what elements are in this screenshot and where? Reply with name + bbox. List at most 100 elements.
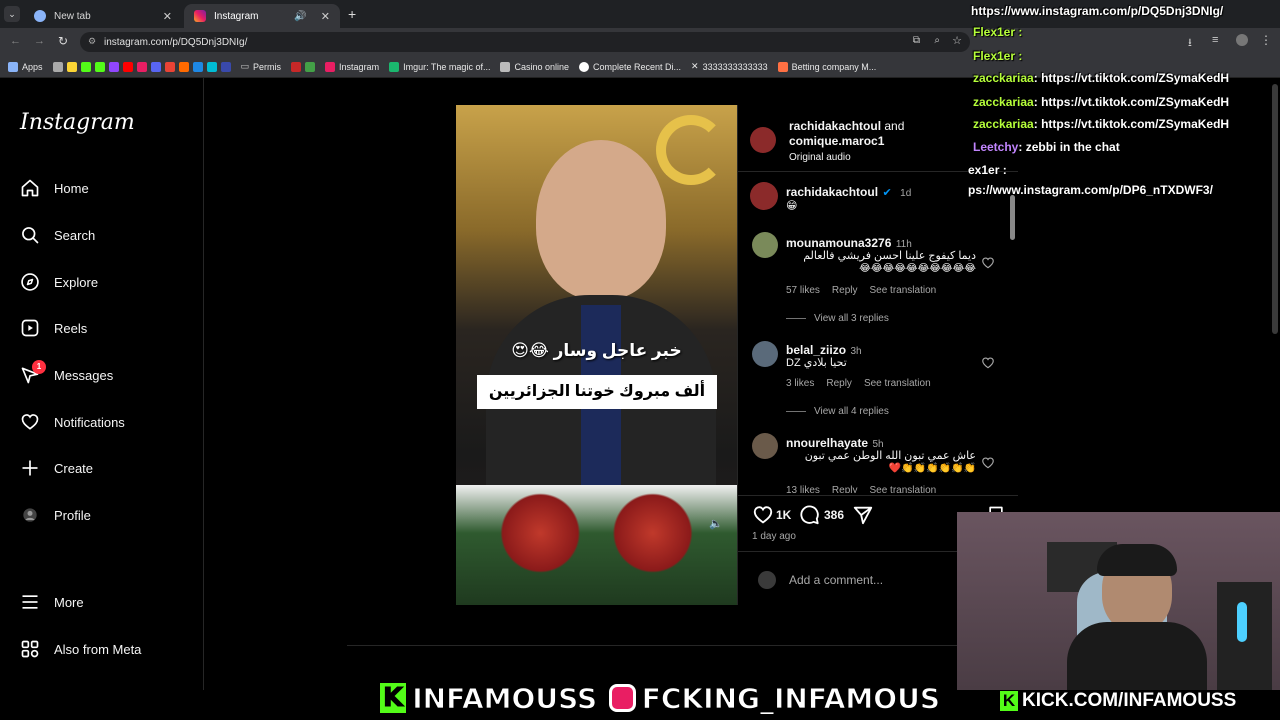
bookmark-github[interactable]: Complete Recent Di...: [579, 61, 681, 72]
install-icon[interactable]: ⧉: [913, 35, 920, 46]
see-translation-button[interactable]: See translation: [864, 378, 931, 389]
sidebar-item-create[interactable]: Create: [20, 453, 190, 483]
sidebar-item-label: Messages: [54, 367, 114, 383]
sidebar-item-search[interactable]: Search: [20, 220, 190, 250]
reply-button[interactable]: Reply: [826, 378, 852, 389]
collab-username[interactable]: comique.maroc1: [789, 134, 884, 148]
instagram-logo-icon: [609, 684, 636, 712]
comment-icon[interactable]: [798, 504, 820, 526]
misc-icon[interactable]: [220, 61, 231, 72]
banner-kick-url: KICK.COM/INFAMOUSS: [1022, 690, 1237, 711]
replies-line: [786, 318, 806, 319]
url-text: instagram.com/p/DQ5Dnj3DNIg/: [104, 36, 248, 48]
comment-username[interactable]: nnourelhayate: [786, 436, 868, 450]
site-info-icon[interactable]: ⚙: [88, 36, 96, 47]
view-replies-button[interactable]: View all 4 replies: [786, 406, 889, 417]
comment-text: تحيا بلادي DZ: [786, 357, 847, 369]
comment-likes[interactable]: 3 likes: [786, 378, 814, 389]
speaker-icon[interactable]: 🔊: [294, 11, 306, 22]
bookmark-permis[interactable]: ▭ Permis: [241, 61, 282, 72]
author-username[interactable]: rachidakachtoul: [789, 119, 881, 133]
mute-icon[interactable]: 🔈: [709, 517, 723, 530]
avatar[interactable]: [752, 232, 778, 258]
post-video[interactable]: خبر عاجل وسار 😂😍 ألف مبروك خوتنا الجزائر…: [456, 105, 737, 605]
avatar[interactable]: [752, 433, 778, 459]
share-icon[interactable]: [852, 504, 874, 526]
youtube-icon[interactable]: [122, 61, 133, 72]
streamer-shirt: [1067, 622, 1207, 690]
misc-icon[interactable]: [178, 61, 189, 72]
bookmark-apps[interactable]: Apps: [8, 61, 43, 72]
bookmark-x[interactable]: ✕ 3333333333333: [691, 61, 768, 72]
discord-icon[interactable]: [150, 61, 161, 72]
avatar[interactable]: [752, 341, 778, 367]
sidebar-item-also-from-meta[interactable]: Also from Meta: [20, 634, 190, 664]
grid-icon[interactable]: [52, 61, 63, 72]
gmail-icon[interactable]: [164, 61, 175, 72]
close-tab-icon[interactable]: ✕: [163, 10, 172, 23]
bookmark-betting[interactable]: Betting company M...: [777, 61, 876, 72]
sidebar-item-reels[interactable]: Reels: [20, 313, 190, 343]
zoom-icon[interactable]: ⌕: [934, 35, 940, 46]
comment-username[interactable]: belal_ziizo: [786, 343, 846, 357]
post-date: 1 day ago: [752, 531, 796, 542]
comment-count[interactable]: 386: [824, 508, 844, 522]
like-comment-icon[interactable]: [981, 356, 995, 370]
comment-likes[interactable]: 13 likes: [786, 485, 820, 493]
back-icon[interactable]: ←: [10, 35, 21, 47]
like-comment-icon[interactable]: [981, 256, 995, 270]
sidebar-item-home[interactable]: Home: [20, 173, 190, 203]
sidebar-item-profile[interactable]: Profile: [20, 500, 190, 530]
reply-button[interactable]: Reply: [832, 485, 858, 493]
tab-search-button[interactable]: ⌄: [4, 6, 20, 22]
tab-new-tab[interactable]: New tab ✕: [24, 4, 182, 28]
binance-icon[interactable]: [66, 61, 77, 72]
sidebar-item-explore[interactable]: Explore: [20, 267, 190, 297]
like-count[interactable]: 1K: [776, 508, 791, 522]
bookmark-casino[interactable]: Casino online: [500, 61, 569, 72]
address-bar[interactable]: ⚙ instagram.com/p/DQ5Dnj3DNIg/ ⧉ ⌕ ☆: [80, 32, 970, 52]
divider: [347, 645, 957, 646]
like-comment-icon[interactable]: [981, 456, 995, 470]
forward-icon[interactable]: →: [34, 35, 45, 47]
comment-likes[interactable]: 57 likes: [786, 285, 820, 296]
bookmark-star-icon[interactable]: ☆: [952, 34, 962, 47]
kick-icon[interactable]: [80, 61, 91, 72]
avatar[interactable]: [750, 182, 778, 210]
bookmark-imgur[interactable]: Imgur: The magic of...: [389, 61, 490, 72]
see-translation-button[interactable]: See translation: [869, 485, 936, 493]
bookmark-chart[interactable]: [291, 61, 316, 72]
misc-icon[interactable]: [206, 61, 217, 72]
close-tab-icon[interactable]: ✕: [321, 10, 330, 23]
view-replies-button[interactable]: View all 3 replies: [786, 313, 889, 324]
streamer-hair: [1097, 544, 1177, 576]
instagram-favicon-icon: [194, 10, 206, 22]
sidebar-item-label: Notifications: [54, 414, 125, 430]
caption-text: 😁: [786, 200, 798, 212]
reply-button[interactable]: Reply: [832, 285, 858, 296]
instagram-icon[interactable]: [136, 61, 147, 72]
comment-text: عاش عمي تبون الله الوطن عمي تبون: [804, 450, 976, 462]
caption-username[interactable]: rachidakachtoul: [786, 185, 878, 199]
new-tab-button[interactable]: +: [348, 6, 356, 22]
instagram-logo[interactable]: Instagram: [20, 110, 135, 135]
avatar[interactable]: [750, 127, 776, 153]
menu-icon: [22, 595, 38, 609]
kick-icon[interactable]: [94, 61, 105, 72]
caption-row: rachidakachtoul ✔ 1d: [786, 183, 911, 201]
sidebar-item-notifications[interactable]: Notifications: [20, 407, 190, 437]
tab-instagram[interactable]: Instagram 🔊 ✕: [184, 4, 340, 28]
reload-icon[interactable]: ↻: [58, 34, 68, 48]
comments-scroll-thumb[interactable]: [1010, 195, 1015, 240]
add-comment-input[interactable]: Add a comment...: [789, 573, 883, 587]
bookmark-instagram[interactable]: Instagram: [325, 61, 379, 72]
twitch-icon[interactable]: [108, 61, 119, 72]
see-translation-button[interactable]: See translation: [869, 285, 936, 296]
audio-label[interactable]: Original audio: [789, 152, 851, 163]
chat-username: Leetchy: [973, 140, 1019, 154]
stream-chat-overlay: https://www.instagram.com/p/DQ5Dnj3DNIg/…: [968, 0, 1280, 200]
comment-username[interactable]: mounamouna3276: [786, 236, 891, 250]
messenger-icon[interactable]: [192, 61, 203, 72]
like-icon[interactable]: [752, 504, 774, 526]
sidebar-item-more[interactable]: More: [20, 587, 190, 617]
